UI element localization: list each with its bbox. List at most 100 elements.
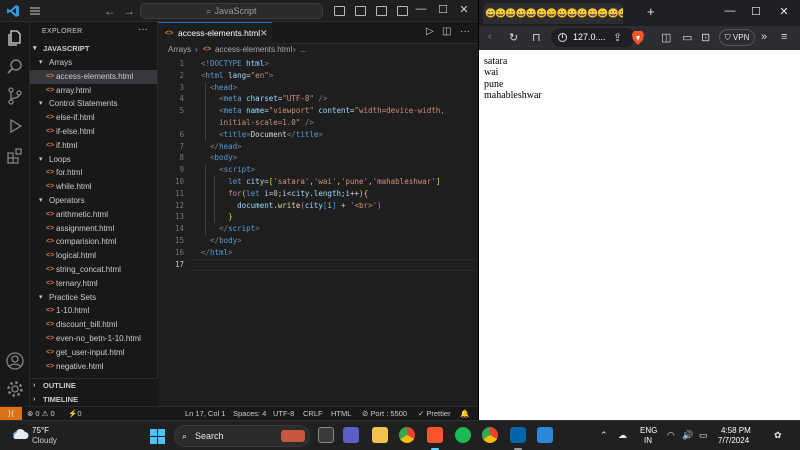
- task-view-icon[interactable]: [318, 427, 334, 443]
- close-icon[interactable]: ✕: [457, 3, 471, 16]
- chrome-icon[interactable]: [399, 427, 415, 443]
- input-language[interactable]: ENG: [640, 426, 657, 435]
- sidebar-panel-icon[interactable]: ▭: [682, 31, 692, 44]
- tree-file[interactable]: <> logical.html: [30, 249, 157, 263]
- main-menu-icon[interactable]: ≡: [781, 31, 787, 43]
- tree-folder[interactable]: ▾ Practice Sets: [30, 291, 157, 305]
- sidebar-icon[interactable]: ◫: [661, 31, 671, 44]
- tree-file[interactable]: <> discount_bill.html: [30, 318, 157, 332]
- back-icon[interactable]: ‹: [488, 31, 492, 43]
- tree-file[interactable]: <> if-else.html: [30, 125, 157, 139]
- toggle-secondary-sidebar-icon[interactable]: [376, 6, 387, 16]
- code-editor[interactable]: 1 2 3 4 5 6 7 8 9 10 11 12 13 14 15 16 17 <!DOCTYPE html…: [158, 58, 478, 406]
- toggle-sidebar-icon[interactable]: [334, 6, 345, 16]
- brave-shields-icon[interactable]: [631, 30, 645, 46]
- settings-gear-icon[interactable]: [5, 379, 25, 399]
- tree-file[interactable]: <> while.html: [30, 180, 157, 194]
- breadcrumb-more[interactable]: ...: [300, 44, 307, 56]
- indentation-status[interactable]: Spaces: 4: [233, 407, 266, 420]
- account-icon[interactable]: [5, 351, 25, 371]
- tree-file[interactable]: <> get_user-input.html: [30, 346, 157, 360]
- toggle-panel-icon[interactable]: [355, 6, 366, 16]
- tab-access-elements[interactable]: <> access-elements.html ✕: [158, 22, 272, 44]
- file-explorer-icon[interactable]: [372, 427, 388, 443]
- site-info-icon[interactable]: i: [558, 33, 567, 42]
- ports-status[interactable]: ⚡0: [68, 407, 82, 420]
- teams-icon[interactable]: [343, 427, 359, 443]
- tree-file[interactable]: <> comparision.html: [30, 235, 157, 249]
- tree-file[interactable]: <> even-no_betn-1-10.html: [30, 332, 157, 346]
- bookmark-icon[interactable]: ⊓: [532, 31, 541, 44]
- tree-file[interactable]: <> negative.html: [30, 360, 157, 374]
- extensions-chevron-icon[interactable]: »: [761, 31, 767, 43]
- encoding-status[interactable]: UTF-8: [273, 407, 294, 420]
- run-icon[interactable]: ▷: [426, 26, 434, 37]
- maximize-icon[interactable]: ☐: [436, 3, 450, 16]
- timeline-section[interactable]: › TIMELINE: [30, 393, 158, 407]
- outline-section[interactable]: › OUTLINE: [30, 379, 158, 393]
- windows-start-icon[interactable]: [150, 429, 165, 444]
- new-tab-button[interactable]: +: [647, 4, 655, 19]
- tree-folder[interactable]: ▾ Operators: [30, 194, 157, 208]
- search-icon[interactable]: [5, 57, 25, 77]
- nav-back-icon[interactable]: ←: [104, 4, 116, 18]
- tree-file[interactable]: <> 1-10.html: [30, 304, 157, 318]
- volume-icon[interactable]: 🔊: [682, 430, 693, 441]
- eol-status[interactable]: CRLF: [303, 407, 323, 420]
- tree-file[interactable]: <> ternary.html: [30, 277, 157, 291]
- tree-file[interactable]: <> access-elements.html: [30, 69, 157, 84]
- cursor-position[interactable]: Ln 17, Col 1: [185, 407, 225, 420]
- tree-file[interactable]: <> string_concat.html: [30, 263, 157, 277]
- wifi-icon[interactable]: ◠: [667, 430, 675, 441]
- run-debug-icon[interactable]: [5, 116, 25, 136]
- clock-time[interactable]: 4:58 PM: [721, 426, 751, 435]
- minimize-icon[interactable]: —: [723, 5, 737, 17]
- vpn-button[interactable]: ⛉ VPN: [719, 29, 755, 46]
- input-region[interactable]: IN: [644, 436, 652, 445]
- command-center-search[interactable]: ⌕ JavaScript: [140, 3, 323, 19]
- tree-folder[interactable]: ▾ Arrays: [30, 56, 157, 70]
- tree-file[interactable]: <> arithmetic.html: [30, 208, 157, 222]
- notification-center-icon[interactable]: ✿: [774, 430, 782, 441]
- weather-description[interactable]: Cloudy: [32, 436, 57, 445]
- split-editor-icon[interactable]: ◫: [442, 26, 451, 37]
- remote-indicator-icon[interactable]: ⟩⟨: [0, 407, 22, 420]
- breadcrumb-file[interactable]: access-elements.html: [215, 44, 292, 56]
- vscode-taskbar-icon[interactable]: [510, 427, 526, 443]
- tree-file[interactable]: <> if.html: [30, 139, 157, 153]
- share-icon[interactable]: ⇪: [613, 31, 622, 44]
- wallet-icon[interactable]: ⊡: [701, 31, 710, 44]
- prettier-status[interactable]: ✓ Prettier: [418, 407, 451, 420]
- language-mode[interactable]: HTML: [331, 407, 351, 420]
- extensions-icon[interactable]: [5, 146, 25, 166]
- maximize-icon[interactable]: ☐: [749, 5, 763, 18]
- onedrive-cloud-icon[interactable]: ☁: [618, 430, 627, 441]
- weather-temperature[interactable]: 75°F: [32, 426, 49, 435]
- show-hidden-icons-chevron-icon[interactable]: ⌃: [600, 430, 608, 441]
- reload-icon[interactable]: ↻: [509, 31, 518, 44]
- clock-date[interactable]: 7/7/2024: [718, 436, 749, 445]
- tree-file[interactable]: <> assignment.html: [30, 222, 157, 236]
- close-icon[interactable]: ✕: [777, 5, 791, 18]
- battery-icon[interactable]: ▭: [699, 430, 708, 441]
- tree-file[interactable]: <> array.html: [30, 84, 157, 98]
- vscode-logo-icon[interactable]: [6, 4, 20, 18]
- hamburger-menu-icon[interactable]: [29, 5, 41, 17]
- tree-file[interactable]: <> else-if.html: [30, 111, 157, 125]
- workspace-folder[interactable]: ▾ JAVASCRIPT: [30, 42, 157, 56]
- errors-status[interactable]: ⊗ 0 ⚠ 0: [27, 407, 55, 420]
- tree-file[interactable]: <> for.html: [30, 166, 157, 180]
- nav-forward-icon[interactable]: →: [123, 4, 135, 18]
- tree-folder[interactable]: ▾ Loops: [30, 153, 157, 167]
- breadcrumb-folder[interactable]: Arrays: [168, 44, 191, 56]
- brave-browser-icon[interactable]: [427, 427, 443, 443]
- more-actions-icon[interactable]: ···: [460, 26, 470, 37]
- chrome-profile-icon[interactable]: [482, 427, 498, 443]
- photos-icon[interactable]: [537, 427, 553, 443]
- minimize-icon[interactable]: —: [414, 3, 428, 15]
- notifications-bell-icon[interactable]: 🔔: [460, 407, 469, 420]
- taskbar-search-box[interactable]: ⌕ Search: [174, 425, 310, 447]
- cloud-icon[interactable]: [10, 426, 30, 442]
- spotify-icon[interactable]: [455, 427, 471, 443]
- customize-layout-icon[interactable]: [397, 6, 408, 16]
